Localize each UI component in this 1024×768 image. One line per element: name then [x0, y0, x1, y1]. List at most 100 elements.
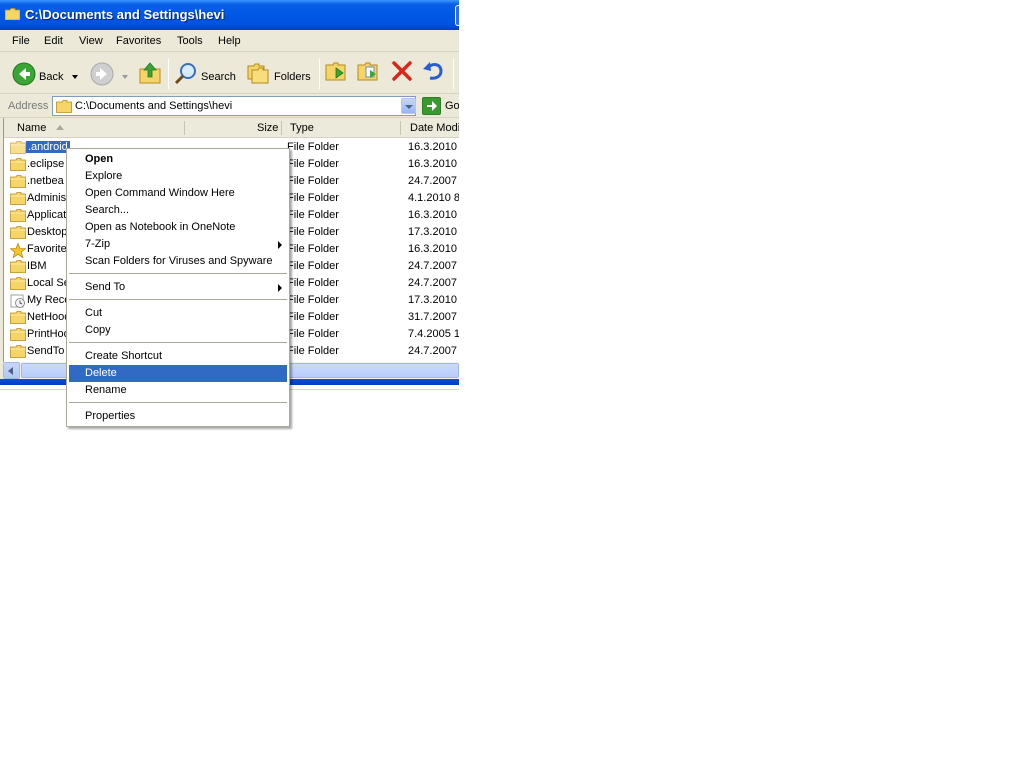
menu-item-open-command-window-here[interactable]: Open Command Window Here	[69, 185, 287, 202]
file-type: File Folder	[287, 277, 339, 289]
move-to-icon	[325, 62, 346, 81]
title-bar[interactable]: C:\Documents and Settings\hevi	[0, 0, 459, 30]
menu-tools[interactable]: Tools	[177, 35, 203, 47]
menu-edit[interactable]: Edit	[44, 35, 63, 47]
file-name[interactable]: Favorite	[27, 243, 67, 255]
folders-label: Folders	[274, 71, 311, 83]
folder-icon	[10, 175, 26, 188]
menu-item-properties[interactable]: Properties	[69, 408, 287, 425]
menu-item-create-shortcut[interactable]: Create Shortcut	[69, 348, 287, 365]
menu-separator	[69, 273, 287, 274]
menu-item-cut[interactable]: Cut	[69, 305, 287, 322]
menu-bar: File Edit View Favorites Tools Help	[0, 30, 459, 52]
menu-item-label: Explore	[85, 170, 123, 182]
file-name[interactable]: Administ	[27, 192, 69, 204]
menu-item-explore[interactable]: Explore	[69, 168, 287, 185]
column-size-header[interactable]: Size	[257, 118, 278, 138]
delete-button[interactable]	[390, 59, 416, 87]
forward-dropdown-icon[interactable]	[122, 75, 128, 79]
file-date: 4.1.2010 8	[408, 192, 459, 204]
file-name[interactable]: IBM	[27, 260, 47, 272]
minimize-button[interactable]	[455, 5, 459, 26]
delete-x-icon	[392, 61, 412, 81]
menu-item-scan-folders-for-viruses-and-spyware[interactable]: Scan Folders for Viruses and Spyware	[69, 253, 287, 270]
file-type: File Folder	[287, 243, 339, 255]
file-type: File Folder	[287, 175, 339, 187]
search-icon	[174, 63, 196, 85]
menu-item-label: Cut	[85, 307, 103, 319]
back-arrow-icon	[12, 62, 36, 86]
file-name[interactable]: PrintHoo	[27, 328, 70, 340]
file-name[interactable]: .eclipse	[27, 158, 64, 170]
menu-item-label: Scan Folders for Viruses and Spyware	[85, 255, 273, 267]
menu-file[interactable]: File	[12, 35, 30, 47]
menu-view[interactable]: View	[79, 35, 103, 47]
column-header: Name Size Type Date Modi	[4, 118, 459, 138]
menu-item-label: Delete	[85, 367, 117, 379]
folder-icon	[10, 141, 26, 154]
file-name[interactable]: NetHood	[27, 311, 70, 323]
back-dropdown-icon[interactable]	[72, 75, 78, 79]
menu-item-rename[interactable]: Rename	[69, 382, 287, 399]
menu-item-label: Rename	[85, 384, 127, 396]
copy-to-button[interactable]	[357, 59, 383, 87]
folder-icon	[10, 226, 26, 239]
address-dropdown-button[interactable]	[401, 98, 416, 114]
file-name[interactable]: Desktop	[27, 226, 67, 238]
folder-icon	[10, 158, 26, 171]
menu-item-open[interactable]: Open	[69, 151, 287, 168]
menu-item-delete[interactable]: Delete	[69, 365, 287, 382]
menu-item-send-to[interactable]: Send To	[69, 279, 287, 296]
search-button[interactable]: Search	[172, 57, 238, 89]
file-date: 17.3.2010	[408, 226, 457, 238]
copy-to-icon	[357, 62, 378, 81]
menu-item-open-as-notebook-in-onenote[interactable]: Open as Notebook in OneNote	[69, 219, 287, 236]
submenu-arrow-icon	[278, 284, 282, 292]
up-folder-button[interactable]	[137, 57, 163, 89]
column-type-header[interactable]: Type	[290, 118, 314, 138]
submenu-arrow-icon	[278, 241, 282, 249]
file-name[interactable]: Applicat	[27, 209, 66, 221]
menu-help[interactable]: Help	[218, 35, 241, 47]
folder-icon	[10, 277, 26, 290]
scroll-left-button[interactable]	[3, 362, 20, 379]
back-button[interactable]: Back	[6, 57, 82, 89]
file-date: 31.7.2007	[408, 311, 457, 323]
file-date: 16.3.2010	[408, 209, 457, 221]
back-label: Back	[39, 71, 64, 83]
file-date: 16.3.2010	[408, 243, 457, 255]
file-name[interactable]: Local Se	[27, 277, 70, 289]
forward-button[interactable]	[86, 57, 130, 89]
go-button[interactable]: Go	[422, 97, 459, 115]
menu-item-copy[interactable]: Copy	[69, 322, 287, 339]
menu-favorites[interactable]: Favorites	[116, 35, 161, 47]
menu-item-label: Properties	[85, 410, 136, 422]
undo-button[interactable]	[421, 59, 447, 87]
folder-icon	[10, 311, 26, 324]
file-date: 24.7.2007	[408, 260, 457, 272]
undo-icon	[423, 62, 443, 80]
column-name-header[interactable]: Name	[17, 118, 46, 138]
file-name[interactable]: .android	[26, 141, 70, 153]
file-name[interactable]: My Rece	[27, 294, 70, 306]
folders-button[interactable]: Folders	[244, 57, 314, 89]
menu-item-label: Open as Notebook in OneNote	[85, 221, 236, 233]
file-type: File Folder	[287, 328, 339, 340]
column-date-header[interactable]: Date Modi	[410, 118, 459, 138]
file-name[interactable]: SendTo	[27, 345, 64, 357]
address-input[interactable]: C:\Documents and Settings\hevi	[75, 100, 232, 112]
go-label: Go	[445, 100, 459, 112]
file-date: 16.3.2010	[408, 141, 457, 153]
menu-item-7-zip[interactable]: 7-Zip	[69, 236, 287, 253]
folder-icon	[10, 209, 26, 222]
move-to-button[interactable]	[325, 59, 351, 87]
menu-item-search[interactable]: Search...	[69, 202, 287, 219]
menu-item-label: Create Shortcut	[85, 350, 163, 362]
folder-icon	[10, 260, 26, 273]
menu-separator	[69, 299, 287, 300]
folder-icon	[5, 8, 20, 20]
context-menu: Open Explore Open Command Window Here Searc…	[66, 148, 290, 427]
file-name[interactable]: .netbea	[27, 175, 64, 187]
folder-icon	[10, 328, 26, 341]
address-field[interactable]: C:\Documents and Settings\hevi	[52, 96, 416, 116]
